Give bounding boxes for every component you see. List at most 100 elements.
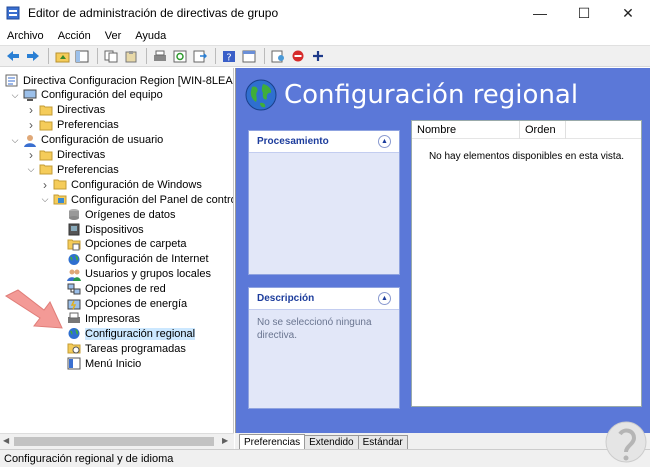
- expanded-chevron-icon[interactable]: ⌵: [10, 90, 20, 100]
- description-panel-header: Descripción ▲: [249, 288, 399, 310]
- tree-item-label: Preferencias: [57, 163, 119, 176]
- tree-item[interactable]: › Preferencias: [26, 118, 119, 133]
- collapse-icon[interactable]: ▲: [378, 292, 391, 305]
- menu-archivo[interactable]: Archivo: [0, 30, 51, 42]
- collapsed-chevron-icon[interactable]: ›: [26, 118, 36, 132]
- menu-accion[interactable]: Acción: [51, 30, 98, 42]
- tree-item-label: Opciones de carpeta: [85, 238, 187, 251]
- tree-item-label: Preferencias: [57, 119, 119, 132]
- back-icon[interactable]: [4, 47, 22, 65]
- description-panel-title: Descripción: [257, 293, 315, 304]
- toolbar-separator: [48, 48, 49, 64]
- tree-item[interactable]: ⌵ Configuración del Panel de control: [40, 192, 233, 207]
- globe-icon: [67, 327, 81, 340]
- export-icon[interactable]: [191, 47, 209, 65]
- tree-item[interactable]: › Directivas: [26, 148, 105, 163]
- tree-item-label: Dispositivos: [85, 223, 144, 236]
- tree-item-label: Directivas: [57, 104, 106, 117]
- console-tree[interactable]: Directiva Configuracion Region [WIN-8LEA…: [0, 68, 234, 433]
- column-nombre[interactable]: Nombre: [412, 121, 520, 139]
- power-icon: [67, 298, 81, 311]
- menu-ayuda[interactable]: Ayuda: [128, 30, 173, 42]
- block-icon[interactable]: [289, 47, 307, 65]
- properties-icon[interactable]: [240, 47, 258, 65]
- expanded-chevron-icon[interactable]: ⌵: [10, 135, 20, 145]
- tab-estandar[interactable]: Estándar: [357, 435, 408, 449]
- collapse-icon[interactable]: ▲: [378, 135, 391, 148]
- tree-item-label: Configuración regional: [85, 327, 196, 340]
- user-icon: [23, 134, 37, 147]
- add-icon[interactable]: [309, 47, 327, 65]
- control-panel-icon: [53, 193, 67, 206]
- items-list[interactable]: Nombre Orden No hay elementos disponible…: [411, 120, 642, 407]
- collapsed-chevron-icon[interactable]: ›: [40, 178, 50, 192]
- tree-item[interactable]: › Configuración de Windows: [40, 177, 202, 192]
- tree-item[interactable]: Configuración de Internet: [54, 252, 209, 267]
- folder-icon: [39, 104, 53, 117]
- copy-icon[interactable]: [102, 47, 120, 65]
- close-button[interactable]: ✕: [606, 0, 650, 26]
- status-bar: Configuración regional y de idioma: [0, 449, 650, 467]
- up-folder-icon[interactable]: [53, 47, 71, 65]
- show-hide-tree-icon[interactable]: [73, 47, 91, 65]
- tree-item[interactable]: Directiva Configuracion Region [WIN-8LEA…: [5, 73, 233, 88]
- print-icon[interactable]: [151, 47, 169, 65]
- help-icon[interactable]: ?: [220, 47, 238, 65]
- computer-icon: [23, 89, 37, 102]
- tree-item[interactable]: › Directivas: [26, 103, 105, 118]
- network-icon: [67, 283, 81, 296]
- tree-item[interactable]: Dispositivos: [54, 222, 144, 237]
- expanded-chevron-icon[interactable]: ⌵: [26, 164, 36, 175]
- tree-item[interactable]: Tareas programadas: [54, 341, 186, 356]
- new-item-icon[interactable]: [269, 47, 287, 65]
- tab-extendido[interactable]: Extendido: [304, 435, 359, 449]
- toolbar-separator: [97, 48, 98, 64]
- content-header: Configuración regional: [244, 74, 578, 116]
- tree-item-label: Configuración de usuario: [41, 134, 164, 147]
- tree-item[interactable]: Menú Inicio: [54, 356, 141, 371]
- minimize-button[interactable]: —: [518, 0, 562, 26]
- tab-preferencias[interactable]: Preferencias: [239, 434, 306, 449]
- status-text: Configuración regional y de idioma: [4, 452, 174, 465]
- tree-item-label: Directivas: [57, 149, 106, 161]
- gpo-editor-icon: [6, 6, 20, 20]
- globe-icon: [245, 79, 277, 111]
- pointer-arrow-icon: [4, 289, 63, 329]
- tree-horizontal-scrollbar[interactable]: ◀ ▶: [0, 433, 234, 449]
- scroll-right-icon[interactable]: ▶: [222, 436, 228, 445]
- collapsed-chevron-icon[interactable]: ›: [26, 103, 36, 117]
- tree-item[interactable]: Opciones de red: [54, 282, 166, 297]
- view-tabs: Preferencias Extendido Estándar: [235, 433, 650, 449]
- tree-item[interactable]: ⌵ Configuración de usuario: [10, 133, 163, 148]
- printer-icon: [67, 312, 81, 325]
- refresh-icon[interactable]: [171, 47, 189, 65]
- scroll-left-icon[interactable]: ◀: [3, 436, 9, 445]
- tree-item-label: Usuarios y grupos locales: [85, 268, 211, 281]
- maximize-button[interactable]: ☐: [562, 0, 606, 26]
- scrollbar-thumb[interactable]: [14, 437, 214, 446]
- empty-list-message: No hay elementos disponibles en esta vis…: [428, 151, 625, 162]
- internet-icon: [67, 253, 81, 266]
- expanded-chevron-icon[interactable]: ⌵: [40, 194, 50, 205]
- menu-ver[interactable]: Ver: [98, 30, 129, 42]
- tree-item[interactable]: ⌵ Configuración del equipo: [10, 88, 163, 103]
- description-text: No se seleccionó ninguna directiva.: [257, 317, 372, 341]
- tree-item[interactable]: Configuración regional: [54, 326, 196, 341]
- collapsed-chevron-icon[interactable]: ›: [26, 148, 36, 162]
- tree-item[interactable]: ⌵ Preferencias: [26, 162, 119, 177]
- forward-icon[interactable]: [24, 47, 42, 65]
- column-orden[interactable]: Orden: [520, 121, 566, 139]
- tree-item[interactable]: Opciones de carpeta: [54, 237, 187, 252]
- toolbar-separator: [264, 48, 265, 64]
- paste-icon[interactable]: [122, 47, 140, 65]
- start-menu-icon: [67, 357, 81, 370]
- tree-item[interactable]: Orígenes de datos: [54, 207, 176, 222]
- tree-item-label: Configuración de Internet: [85, 253, 209, 266]
- tree-item[interactable]: Usuarios y grupos locales: [54, 267, 211, 282]
- users-groups-icon: [67, 268, 81, 281]
- tree-item[interactable]: Opciones de energía: [54, 297, 187, 312]
- scheduled-tasks-icon: [67, 342, 81, 355]
